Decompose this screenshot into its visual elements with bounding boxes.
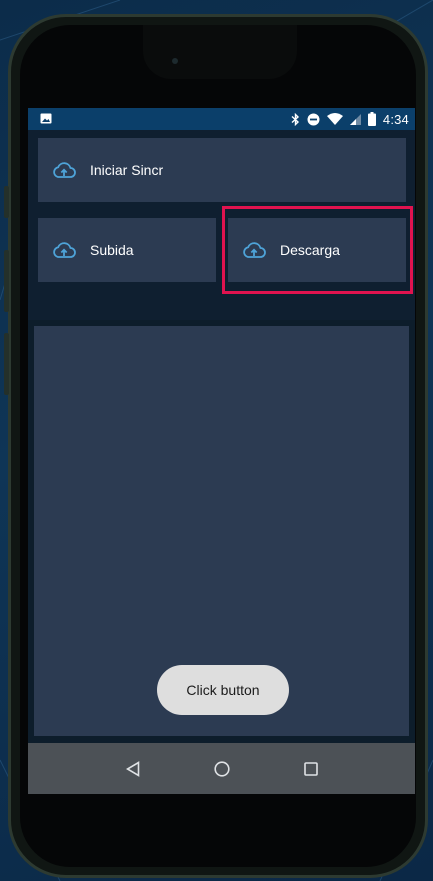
gallery-icon [40,113,52,124]
recents-icon[interactable] [301,759,321,779]
upload-button[interactable]: Subida [38,218,216,282]
cloud-upload-icon [243,241,266,258]
status-time: 4:34 [382,111,409,127]
battery-icon [367,112,376,126]
download-label: Descarga [280,242,340,258]
status-icons: 4:34 [291,108,409,130]
start-sync-button[interactable]: Iniciar Sincr [38,138,406,202]
side-button-top [4,186,9,218]
navigation-bar [28,743,415,794]
cloud-upload-icon [53,241,76,258]
bluetooth-icon [291,112,300,126]
sync-toolbar: Iniciar Sincr Subida Descarga [28,130,415,320]
signal-icon [349,113,361,125]
start-sync-label: Iniciar Sincr [90,162,164,178]
upload-label: Subida [90,242,134,258]
wifi-icon [326,113,343,125]
status-bar: 4:34 [28,108,415,130]
do-not-disturb-icon [307,113,320,126]
back-icon[interactable] [123,759,143,779]
download-button[interactable]: Descarga [228,218,406,282]
camera-icon [172,58,178,64]
cloud-upload-icon [53,161,76,178]
phone-notch [143,25,297,79]
device-screen: 4:34 Iniciar Sincr Subida Descarga Click… [28,108,415,794]
side-button-mid [4,250,9,312]
side-button-low [4,333,9,395]
home-icon[interactable] [212,759,232,779]
toast-message: Click button [157,665,289,715]
